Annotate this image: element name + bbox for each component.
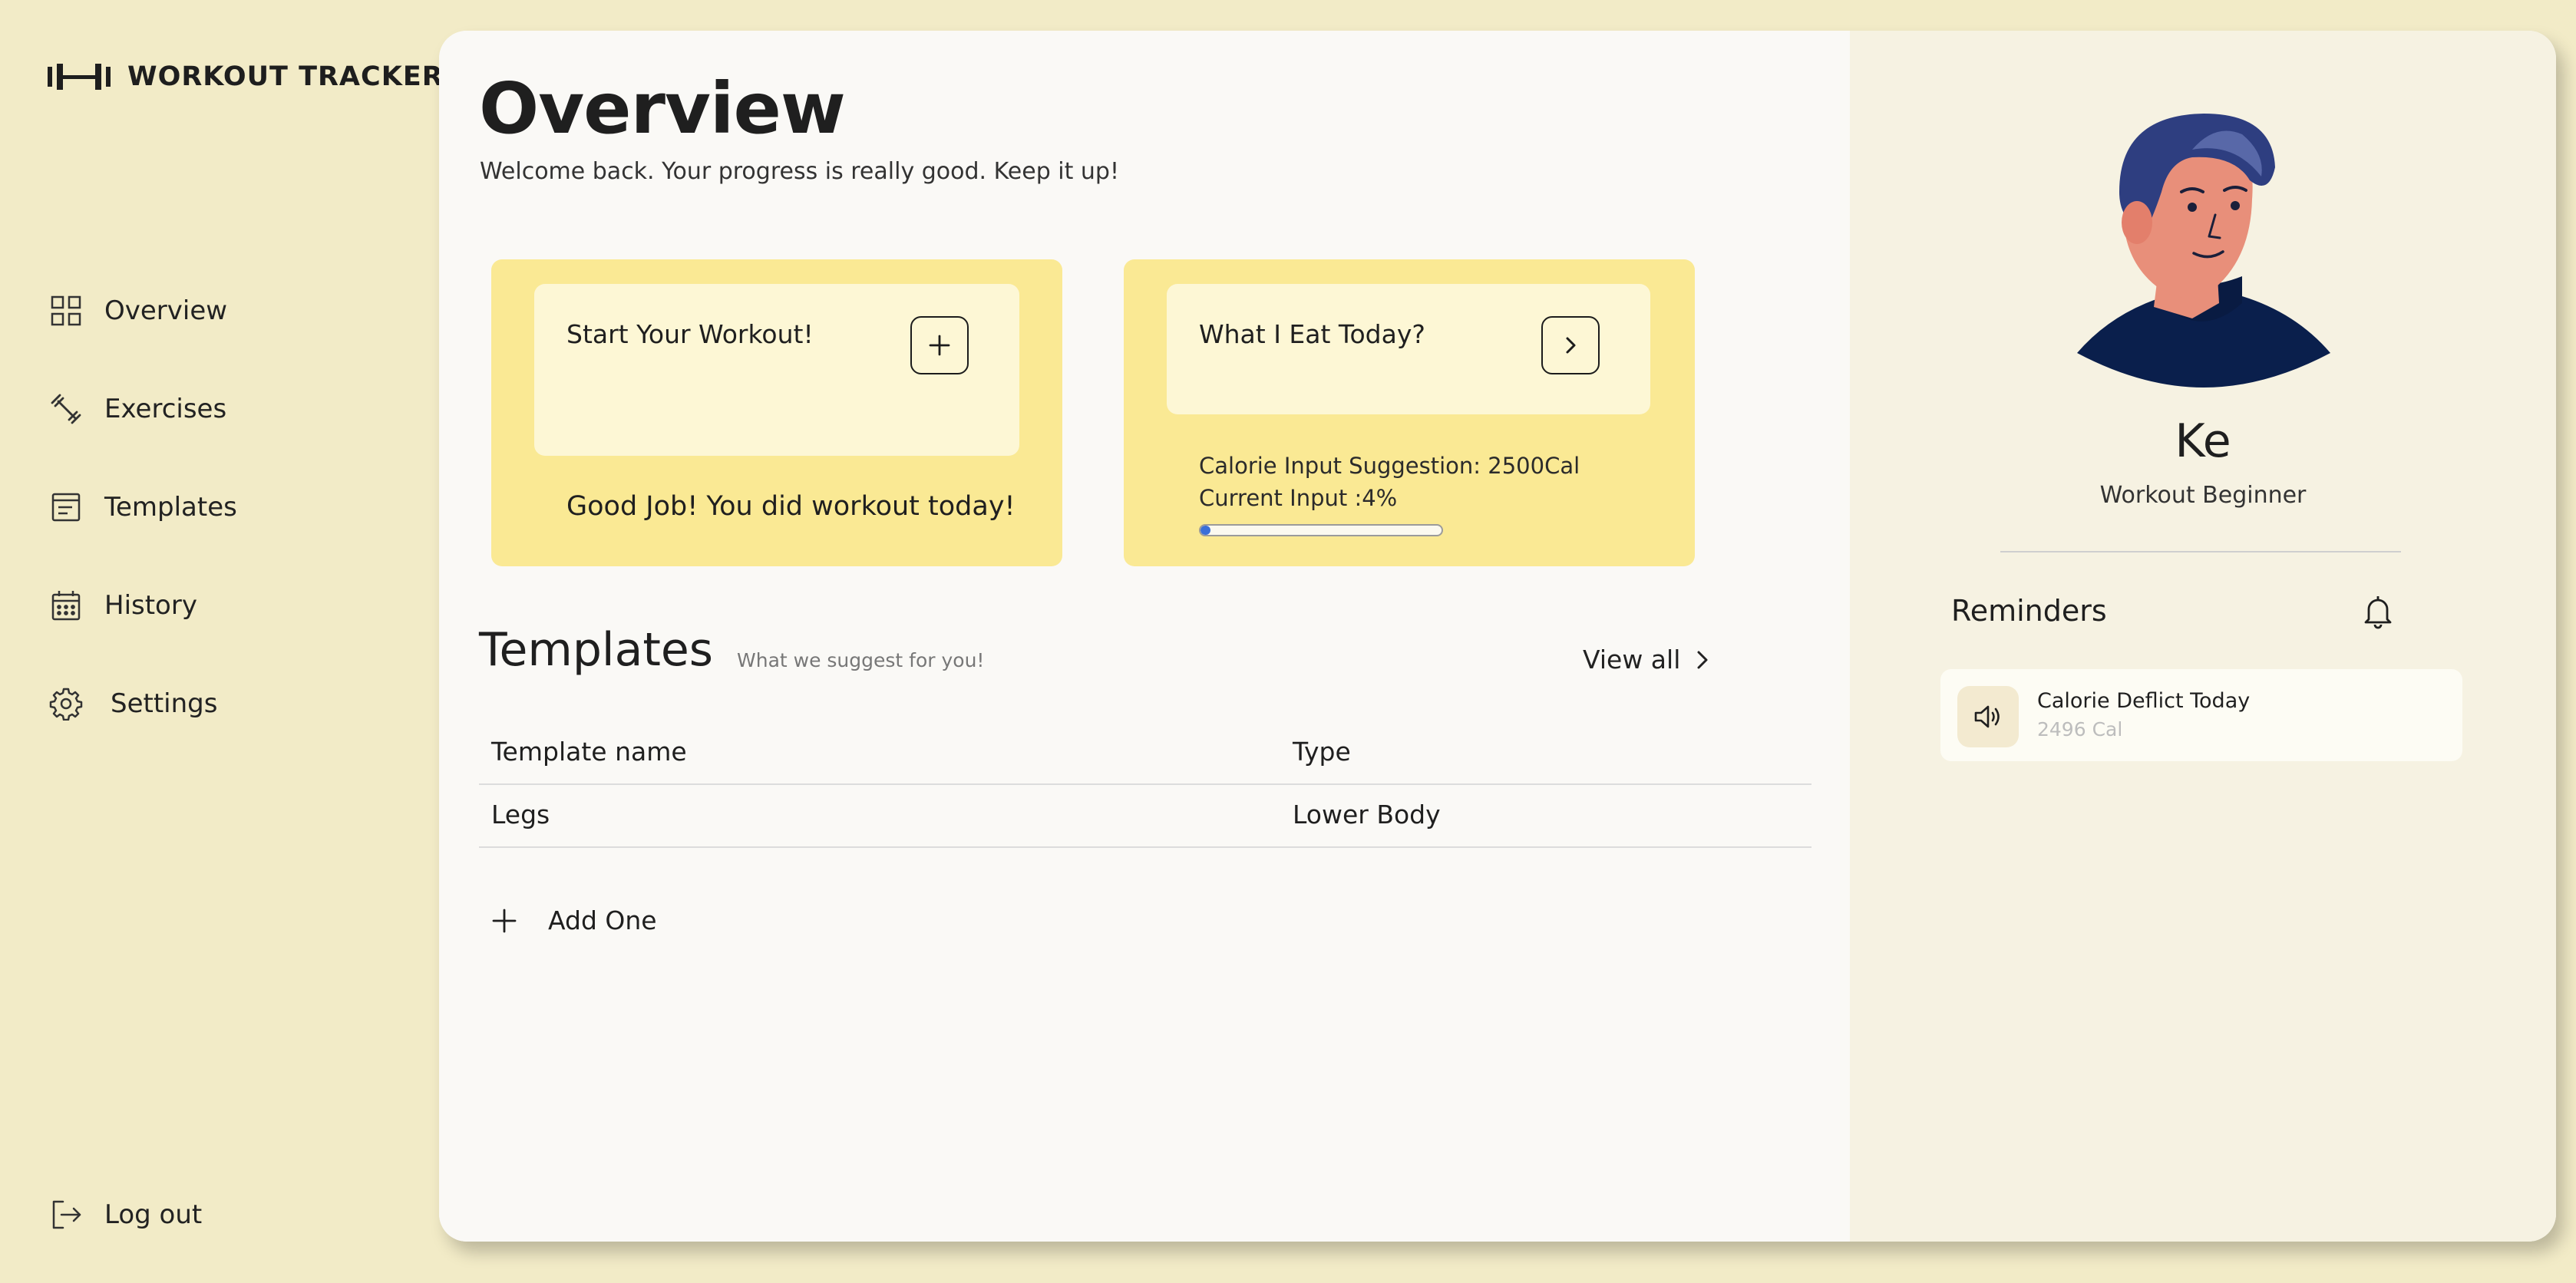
start-workout-button[interactable] [910, 316, 969, 374]
profile-divider [2000, 551, 2401, 552]
dumbbell-icon [49, 392, 83, 426]
grid-icon [49, 294, 83, 328]
add-template-label: Add One [548, 905, 657, 935]
profile-panel: Ke Workout Beginner Reminders Calorie De… [1850, 31, 2556, 1242]
template-name-cell: Legs [491, 800, 550, 829]
reminder-value: 2496 Cal [2037, 718, 2123, 740]
logout-button[interactable]: Log out [49, 1198, 202, 1232]
workout-card-inner: Start Your Workout! [534, 284, 1019, 456]
sidebar-item-history[interactable]: History [49, 589, 197, 622]
view-all-label: View all [1583, 645, 1681, 674]
sidebar-item-overview[interactable]: Overview [49, 294, 227, 328]
chevron-right-icon [1694, 648, 1711, 671]
calorie-current-input: Current Input :4% [1199, 485, 1398, 511]
templates-subtitle: What we suggest for you! [737, 649, 985, 671]
logout-icon [49, 1198, 83, 1232]
reminder-label: Calorie Deflict Today [2037, 689, 2251, 713]
plus-icon [927, 333, 952, 358]
food-card-title: What I Eat Today? [1199, 319, 1425, 349]
column-header-type: Type [1293, 737, 1351, 767]
sidebar-item-label: Exercises [104, 394, 227, 424]
sidebar-item-templates[interactable]: Templates [49, 490, 237, 524]
app-title: WORKOUT TRACKER [127, 61, 444, 92]
chevron-right-icon [1560, 335, 1581, 356]
food-card-inner: What I Eat Today? [1167, 284, 1650, 414]
sidebar-item-settings[interactable]: Settings [49, 687, 217, 721]
page-title: Overview [479, 68, 846, 150]
template-type-cell: Lower Body [1293, 800, 1441, 829]
add-template-button[interactable]: Add One [491, 905, 657, 935]
barbell-icon [48, 64, 111, 90]
sidebar-item-label: Settings [111, 688, 218, 719]
page-subtitle: Welcome back. Your progress is really go… [480, 158, 1119, 185]
view-all-link[interactable]: View all [1583, 645, 1711, 674]
logout-label: Log out [104, 1199, 203, 1230]
reminder-item[interactable]: Calorie Deflict Today 2496 Cal [1940, 669, 2462, 761]
workout-status-message: Good Job! You did workout today! [566, 491, 1016, 522]
speaker-icon [1957, 686, 2019, 747]
table-divider [479, 846, 1811, 848]
avatar [2077, 107, 2330, 399]
user-role: Workout Beginner [2099, 482, 2307, 509]
overview-panel: Overview Welcome back. Your progress is … [439, 31, 1850, 1242]
bell-icon[interactable] [2363, 594, 2393, 629]
sidebar-item-label: Overview [104, 295, 228, 326]
main-card: Overview Welcome back. Your progress is … [439, 31, 2556, 1242]
food-card: What I Eat Today? Calorie Input Suggesti… [1124, 259, 1695, 566]
workout-card: Start Your Workout! Good Job! You did wo… [491, 259, 1062, 566]
template-icon [49, 490, 83, 524]
calorie-suggestion: Calorie Input Suggestion: 2500Cal [1199, 453, 1580, 479]
calorie-progress-bar [1199, 524, 1443, 536]
app-logo: WORKOUT TRACKER [48, 61, 444, 92]
calorie-progress-fill [1200, 526, 1210, 535]
sidebar-item-exercises[interactable]: Exercises [49, 392, 226, 426]
column-header-template-name: Template name [491, 737, 687, 767]
gear-icon [49, 687, 83, 721]
templates-title: Templates [479, 623, 714, 677]
table-divider [479, 783, 1811, 785]
user-name: Ke [2175, 414, 2231, 468]
reminders-title: Reminders [1951, 594, 2107, 628]
open-food-log-button[interactable] [1541, 316, 1600, 374]
plus-icon [491, 908, 517, 934]
workout-card-title: Start Your Workout! [566, 319, 814, 349]
sidebar-item-label: Templates [104, 492, 237, 523]
calendar-icon [49, 589, 83, 622]
sidebar-item-label: History [104, 590, 197, 621]
